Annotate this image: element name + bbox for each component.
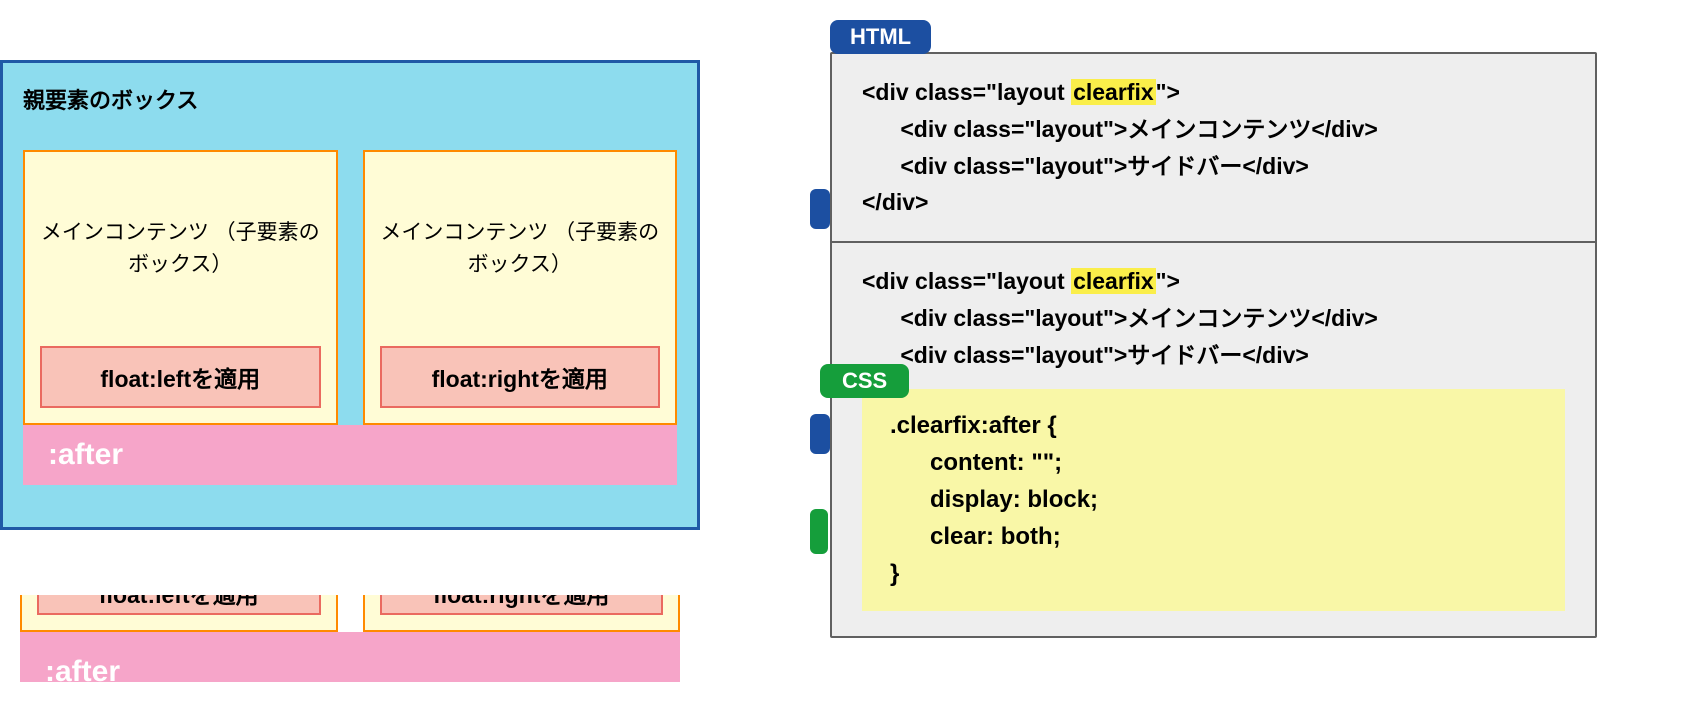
child-box-left-2: float:leftを適用 <box>20 595 338 632</box>
float-left-badge: float:leftを適用 <box>40 346 321 408</box>
html-code-1: <div class="layout clearfix"> <div class… <box>832 54 1595 241</box>
child-box-right: メインコンテンツ （子要素のボックス） float:rightを適用 <box>363 150 678 425</box>
float-right-badge-2: float:rightを適用 <box>380 595 664 615</box>
float-right-badge: float:rightを適用 <box>380 346 661 408</box>
child-box-left: メインコンテンツ （子要素のボックス） float:leftを適用 <box>23 150 338 425</box>
parent-element-box: 親要素のボックス メインコンテンツ （子要素のボックス） float:leftを… <box>0 60 700 530</box>
second-parent-peek: float:leftを適用 float:rightを適用 :after <box>20 595 680 682</box>
clearfix-highlight-1: clearfix <box>1071 79 1156 105</box>
float-left-badge-2: float:leftを適用 <box>37 595 321 615</box>
parent-box-title: 親要素のボックス <box>23 83 677 115</box>
child-box-right-2: float:rightを適用 <box>363 595 681 632</box>
diagram-left: 親要素のボックス メインコンテンツ （子要素のボックス） float:leftを… <box>0 60 700 724</box>
green-accent-left <box>810 509 828 554</box>
child-left-title: メインコンテンツ （子要素のボックス） <box>40 167 321 280</box>
children-row: メインコンテンツ （子要素のボックス） float:leftを適用 メインコンテ… <box>23 150 677 425</box>
html-tab: HTML <box>830 20 931 54</box>
blue-accent-left-1 <box>810 189 830 229</box>
css-tab: CSS <box>820 364 909 398</box>
after-pseudo-bar-2: :after <box>20 632 680 682</box>
html-code-box-1: <div class="layout clearfix"> <div class… <box>830 52 1597 638</box>
css-code-block: .clearfix:after { content: ""; display: … <box>862 389 1565 611</box>
after-pseudo-bar: :after <box>23 425 677 485</box>
clearfix-highlight-2: clearfix <box>1071 268 1156 294</box>
blue-accent-left-2 <box>810 414 830 454</box>
child-right-title: メインコンテンツ （子要素のボックス） <box>380 167 661 280</box>
code-panels: HTML <div class="layout clearfix"> <div … <box>830 20 1597 724</box>
html-code-2: <div class="layout clearfix"> <div class… <box>832 243 1595 373</box>
